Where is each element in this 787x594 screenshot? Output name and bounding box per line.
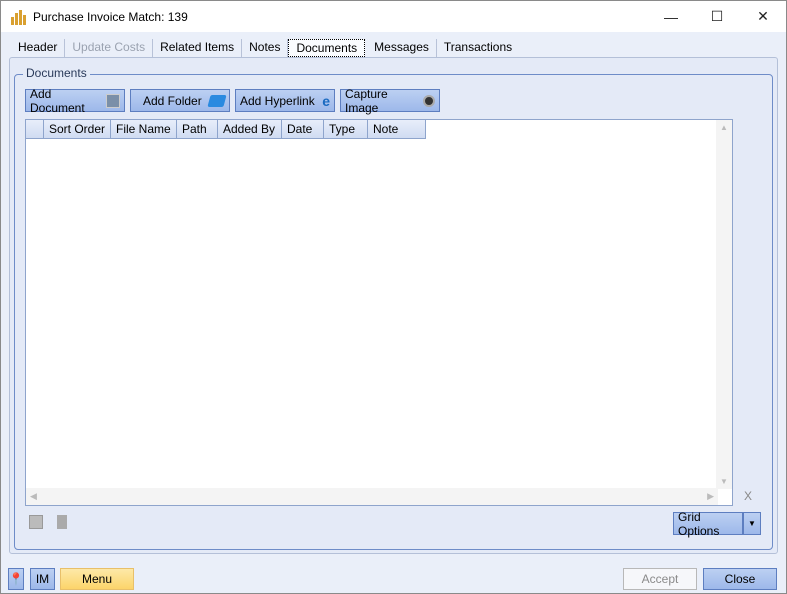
title-bar: Purchase Invoice Match: 139 — ☐ ✕ — [1, 1, 786, 32]
column-type[interactable]: Type — [324, 120, 368, 138]
column-sort-order[interactable]: Sort Order — [44, 120, 111, 138]
add-hyperlink-button[interactable]: Add Hyperlink e — [235, 89, 335, 112]
tab-bar: Header Update Costs Related Items Notes … — [11, 39, 519, 57]
documents-panel: Documents Add Document Add Folder Add Hy… — [9, 57, 778, 554]
grid-options-label: Grid Options — [678, 509, 720, 538]
tab-documents[interactable]: Documents — [288, 39, 366, 57]
tab-related-items[interactable]: Related Items — [153, 39, 243, 57]
documents-grid[interactable]: Sort Order File Name Path Added By Date … — [25, 119, 733, 506]
window-title: Purchase Invoice Match: 139 — [33, 9, 188, 24]
grid-header: Sort Order File Name Path Added By Date … — [26, 120, 426, 139]
horizontal-scrollbar[interactable]: ◀ ▶ — [26, 488, 718, 505]
capture-image-label: Capture Image — [345, 86, 388, 115]
app-icon — [11, 9, 27, 25]
add-document-label: Add Document — [30, 86, 85, 115]
im-button[interactable]: IM — [30, 568, 55, 590]
grid-options-dropdown[interactable]: ▼ — [743, 512, 761, 535]
column-file-name[interactable]: File Name — [111, 120, 177, 138]
chevron-down-icon: ▼ — [748, 519, 756, 528]
capture-image-button[interactable]: Capture Image — [340, 86, 440, 115]
close-button[interactable]: Close — [703, 568, 777, 590]
close-label: Close — [724, 572, 756, 586]
tab-notes[interactable]: Notes — [242, 39, 289, 57]
accept-label: Accept — [641, 572, 679, 586]
im-label: IM — [35, 572, 50, 586]
add-document-button[interactable]: Add Document — [25, 86, 125, 115]
menu-label: Menu — [81, 572, 113, 586]
close-window-button[interactable]: ✕ — [740, 1, 786, 32]
grid-options-button[interactable]: Grid Options — [673, 509, 743, 538]
add-folder-label: Add Folder — [143, 93, 202, 108]
accept-button: Accept — [623, 568, 697, 590]
tab-update-costs: Update Costs — [65, 39, 154, 57]
add-folder-button[interactable]: Add Folder — [130, 89, 230, 112]
tab-header[interactable]: Header — [11, 39, 66, 57]
preview-icon[interactable] — [29, 515, 43, 529]
pin-button[interactable]: 📍 — [8, 568, 24, 590]
tab-messages[interactable]: Messages — [367, 39, 437, 57]
tab-transactions[interactable]: Transactions — [437, 39, 519, 57]
documents-group-label: Documents — [23, 66, 90, 80]
pin-icon: 📍 — [8, 572, 24, 586]
column-date[interactable]: Date — [282, 120, 324, 138]
folder-icon — [207, 94, 227, 107]
vertical-scrollbar[interactable]: ▲ ▼ — [716, 120, 732, 489]
minimize-button[interactable]: — — [648, 1, 694, 32]
documents-group: Documents Add Document Add Folder Add Hy… — [14, 66, 773, 550]
maximize-button[interactable]: ☐ — [694, 1, 740, 32]
hyperlink-icon: e — [322, 92, 330, 109]
column-added-by[interactable]: Added By — [218, 120, 282, 138]
clear-x-button[interactable]: X — [744, 489, 752, 503]
column-path[interactable]: Path — [177, 120, 218, 138]
purchase-invoice-window: Purchase Invoice Match: 139 — ☐ ✕ Header… — [0, 0, 787, 594]
webcam-icon — [423, 94, 435, 107]
add-hyperlink-label: Add Hyperlink — [240, 93, 315, 108]
scan-icon[interactable] — [57, 515, 67, 529]
menu-button[interactable]: Menu — [60, 568, 134, 590]
column-note[interactable]: Note — [368, 120, 426, 138]
document-icon — [106, 93, 120, 108]
row-selector-header — [26, 120, 44, 138]
